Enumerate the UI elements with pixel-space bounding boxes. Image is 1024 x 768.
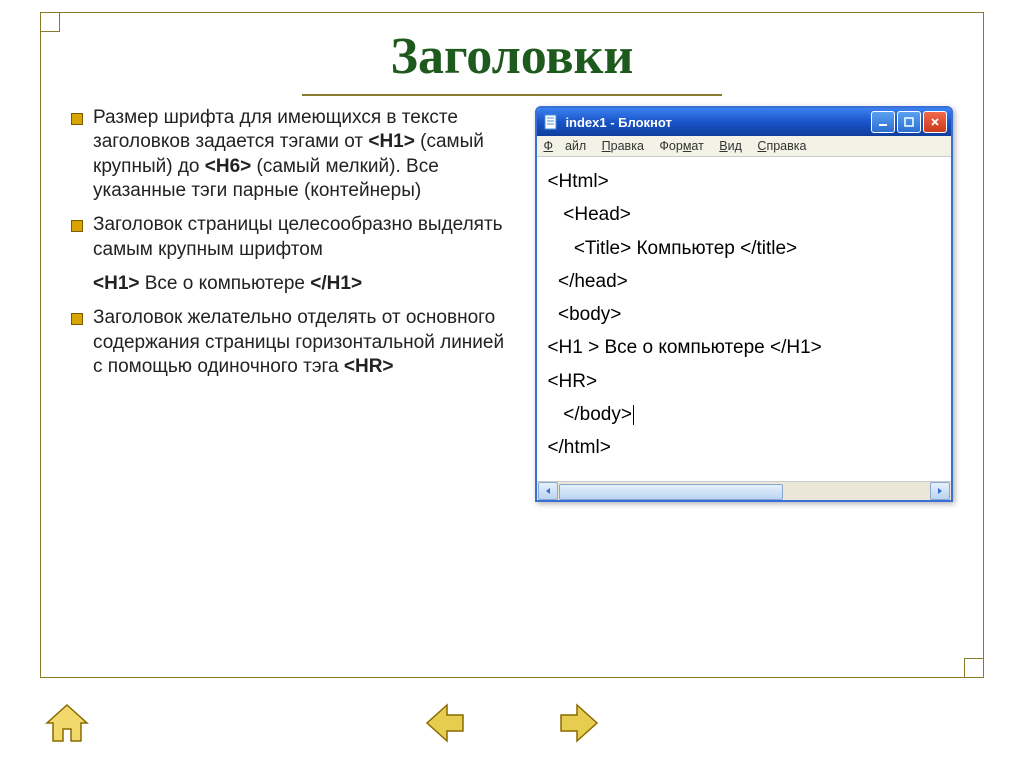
- bullet-list: Размер шрифта для имеющихся в тексте заг…: [71, 106, 509, 502]
- code-line: <Html>: [547, 171, 608, 192]
- notepad-icon: [543, 114, 559, 130]
- code-line: </body>: [547, 404, 632, 425]
- code-line: <body>: [547, 304, 621, 325]
- scrollbar-track[interactable]: [559, 483, 929, 499]
- scroll-right-button[interactable]: [930, 482, 950, 500]
- scroll-left-button[interactable]: [538, 482, 558, 500]
- code-line: </html>: [547, 437, 610, 458]
- corner-decoration: [40, 12, 60, 32]
- chevron-left-icon: [544, 487, 552, 495]
- close-icon: [930, 117, 940, 127]
- notepad-window: index1 - Блокнот Файл: [535, 106, 953, 502]
- bullet-item: Размер шрифта для имеющихся в тексте заг…: [71, 106, 509, 203]
- text-cursor: [633, 405, 634, 425]
- bullet-text: Заголовок страницы целесообразно выделят…: [93, 214, 503, 259]
- code-line: </head>: [547, 271, 627, 292]
- tag-hr: <HR>: [344, 356, 394, 377]
- prev-icon: [421, 699, 469, 747]
- title-underline: [302, 94, 722, 96]
- code-line: <Title> Компьютер </title>: [547, 238, 797, 259]
- tag-h6: <H6>: [205, 156, 251, 177]
- tag-open: <H1>: [93, 273, 139, 294]
- example-line: <H1> Все о компьютере </H1>: [71, 272, 509, 296]
- window-title: index1 - Блокнот: [565, 115, 871, 130]
- bullet-icon: [71, 313, 83, 325]
- bullet-item: Заголовок желательно отделять от основно…: [71, 306, 509, 379]
- example-text: Все о компьютере: [139, 273, 310, 294]
- next-button[interactable]: [552, 696, 606, 750]
- tag-h1: <H1>: [368, 131, 414, 152]
- close-button[interactable]: [923, 111, 947, 133]
- slide-frame: Заголовки Размер шрифта для имеющихся в …: [40, 12, 984, 678]
- scrollbar-thumb[interactable]: [559, 484, 783, 500]
- code-line: <H1 > Все о компьютере </H1>: [547, 337, 821, 358]
- titlebar[interactable]: index1 - Блокнот: [537, 108, 951, 136]
- horizontal-scrollbar[interactable]: [537, 481, 951, 500]
- maximize-button[interactable]: [897, 111, 921, 133]
- bullet-icon: [71, 220, 83, 232]
- code-line: <HR>: [547, 371, 597, 392]
- menu-file[interactable]: Файл: [543, 139, 586, 153]
- menu-view[interactable]: Вид: [719, 139, 742, 153]
- menubar: Файл Правка Формат Вид Справка: [537, 136, 951, 157]
- next-icon: [555, 699, 603, 747]
- tag-close: </H1>: [310, 273, 362, 294]
- bullet-item: Заголовок страницы целесообразно выделят…: [71, 213, 509, 262]
- chevron-right-icon: [936, 487, 944, 495]
- bullet-icon: [71, 113, 83, 125]
- code-line: <Head>: [547, 204, 630, 225]
- corner-decoration: [964, 658, 984, 678]
- menu-edit[interactable]: Правка: [602, 139, 644, 153]
- menu-format[interactable]: Формат: [659, 139, 703, 153]
- maximize-icon: [904, 117, 914, 127]
- editor-body[interactable]: <Html> <Head> <Title> Компьютер </title>…: [537, 157, 951, 481]
- menu-help[interactable]: Справка: [757, 139, 806, 153]
- slide-title: Заголовки: [41, 27, 983, 86]
- minimize-button[interactable]: [871, 111, 895, 133]
- content-area: Размер шрифта для имеющихся в тексте заг…: [41, 106, 983, 502]
- prev-button[interactable]: [418, 696, 472, 750]
- minimize-icon: [878, 117, 888, 127]
- nav-buttons: [0, 696, 1024, 750]
- bullet-text: Заголовок желательно отделять от основно…: [93, 307, 504, 377]
